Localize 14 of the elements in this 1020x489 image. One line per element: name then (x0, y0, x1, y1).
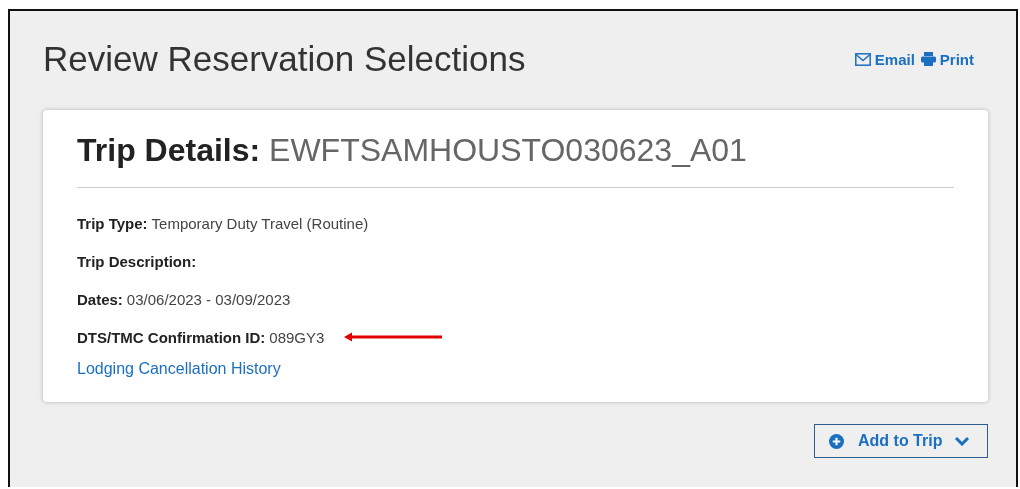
chevron-down-icon (954, 436, 971, 446)
trip-field: Trip Type: Temporary Duty Travel (Routine) (77, 214, 369, 232)
print-link[interactable]: Print (920, 50, 974, 68)
trip-field: DTS/TMC Confirmation ID: 089GY3 (77, 328, 325, 346)
email-link[interactable]: Email (854, 50, 915, 68)
page-title: Review Reservation Selections (43, 39, 526, 79)
printer-icon (920, 52, 936, 66)
add-to-trip-button[interactable]: Add to Trip (814, 424, 988, 458)
lodging-history-link[interactable]: Lodging Cancellation History (77, 360, 954, 378)
trip-field: Trip Description: (77, 252, 197, 270)
plus-circle-icon (829, 433, 844, 449)
trip-field: Dates: 03/06/2023 - 03/09/2023 (77, 290, 291, 308)
trip-heading: Trip Details: EWFTSAMHOUSTO030623_A01 (77, 132, 748, 169)
envelope-icon (854, 52, 871, 66)
